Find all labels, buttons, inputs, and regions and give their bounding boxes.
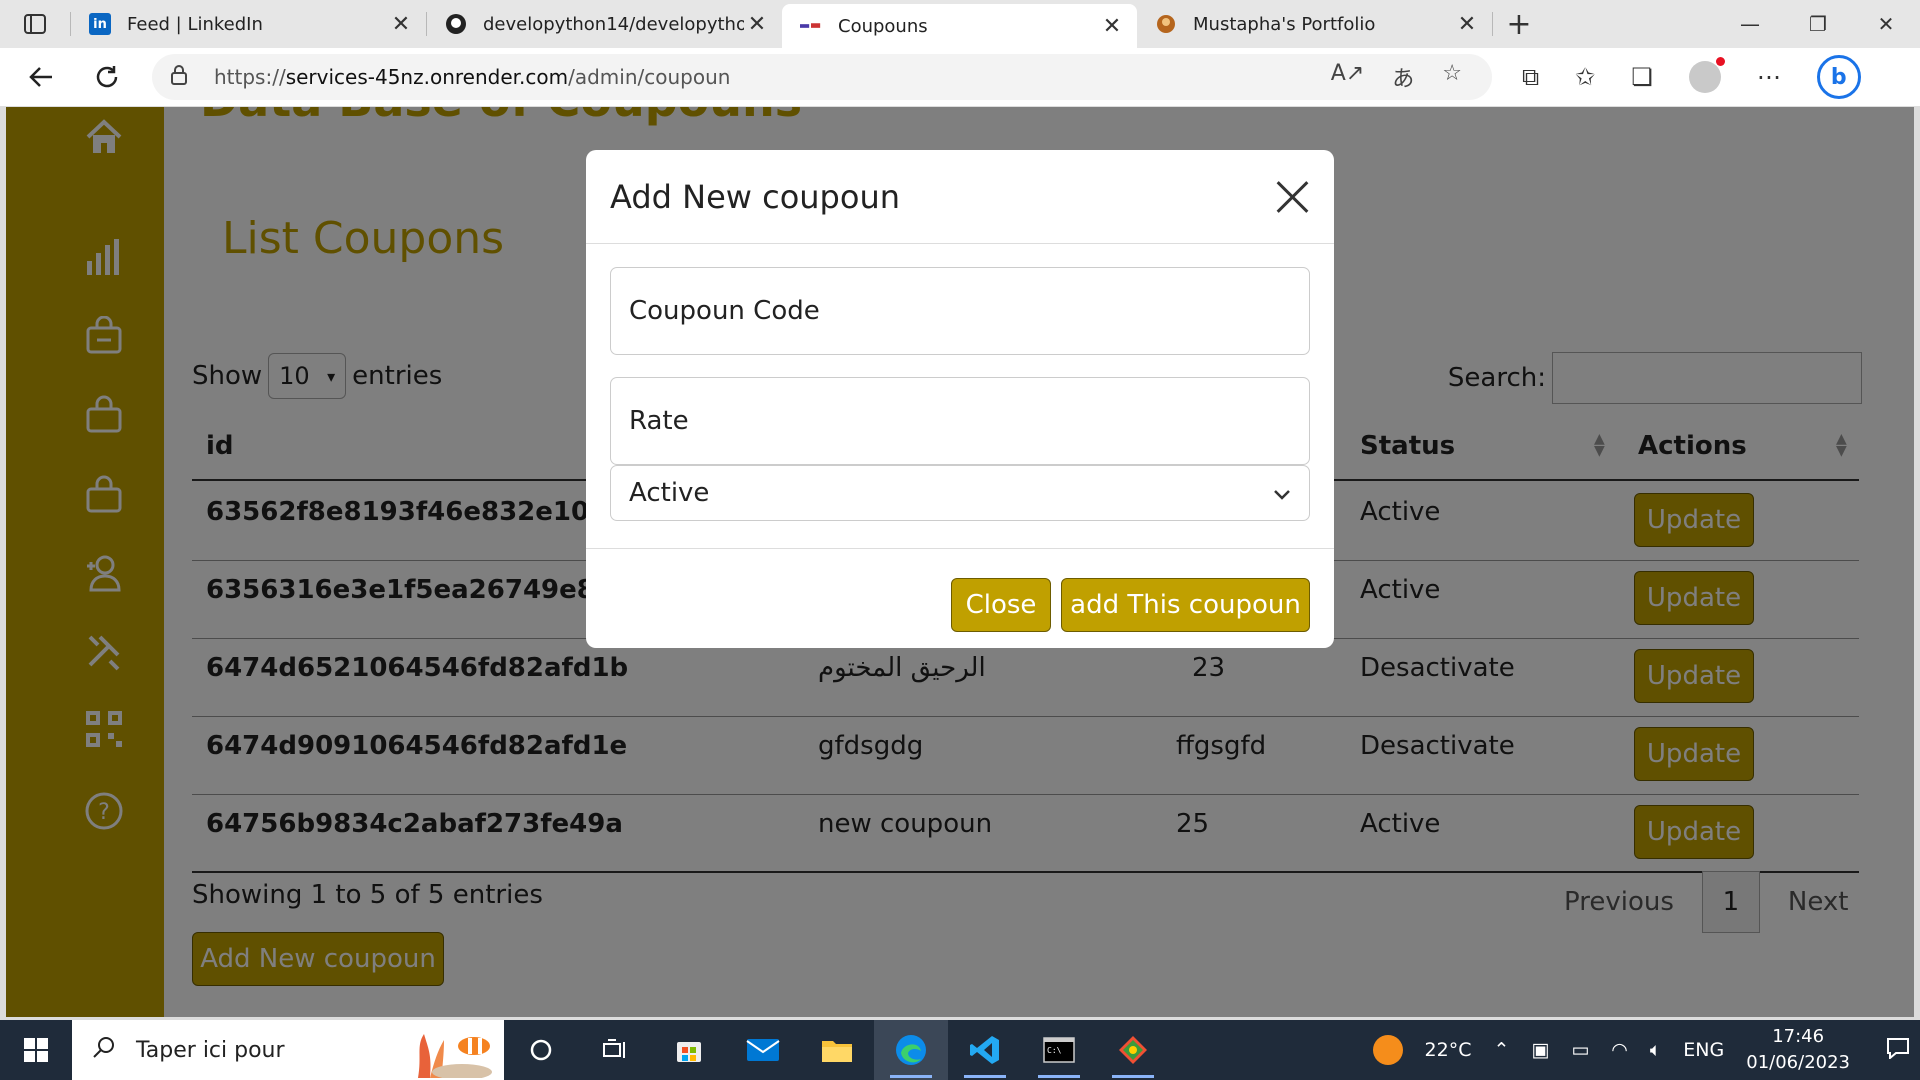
rate-input[interactable]: Rate: [610, 377, 1310, 465]
close-icon[interactable]: [1274, 179, 1310, 215]
address-bar-row: https://services-45nz.onrender.com/admin…: [0, 48, 1920, 107]
back-icon[interactable]: [8, 65, 74, 89]
vscode-icon[interactable]: [948, 1020, 1022, 1080]
search-icon: [92, 1035, 116, 1065]
date: 01/06/2023: [1746, 1052, 1850, 1073]
url-field[interactable]: https://services-45nz.onrender.com/admin…: [152, 54, 1492, 100]
microsoft-store-icon[interactable]: [652, 1020, 726, 1080]
portfolio-favicon: [1155, 13, 1177, 35]
search-highlight-art: [408, 1026, 498, 1080]
favorites-icon[interactable]: ✩: [1575, 63, 1595, 91]
restore-icon[interactable]: ❐: [1784, 0, 1852, 48]
search-placeholder: Taper ici pour: [136, 1037, 285, 1063]
collections-icon[interactable]: ❏: [1631, 63, 1653, 91]
minimize-icon[interactable]: —: [1716, 0, 1784, 48]
coupoun-code-placeholder: Coupoun Code: [629, 296, 820, 326]
more-icon[interactable]: ⋯: [1757, 63, 1781, 91]
terminal-icon[interactable]: C:\: [1022, 1020, 1096, 1080]
chevron-down-icon: [1273, 478, 1291, 508]
profile-avatar[interactable]: [1688, 57, 1725, 93]
language[interactable]: ENG: [1683, 1039, 1724, 1061]
add-coupoun-modal: Add New coupoun Coupoun Code Rate Active…: [586, 150, 1334, 648]
status-select[interactable]: Active: [610, 465, 1310, 521]
mail-icon[interactable]: [726, 1020, 800, 1080]
coupoun-code-input[interactable]: Coupoun Code: [610, 267, 1310, 355]
github-icon: [445, 13, 467, 35]
clock[interactable]: 17:46 01/06/2023: [1746, 1024, 1850, 1076]
temperature[interactable]: 22°C: [1425, 1039, 1472, 1061]
refresh-icon[interactable]: [74, 64, 140, 90]
volume-icon[interactable]: 🔈︎: [1650, 1039, 1661, 1061]
meet-now-icon[interactable]: ▣: [1531, 1039, 1549, 1061]
weather-icon[interactable]: [1372, 1035, 1403, 1065]
notifications-icon[interactable]: [1886, 1037, 1910, 1064]
tab-label: developython14/developython14: [483, 13, 744, 35]
system-tray: 22°C ⌃ ▣ ▭ ◠ 🔈︎ ENG 17:46 01/06/2023: [1372, 1024, 1920, 1076]
tab-coupouns[interactable]: Coupouns ✕: [782, 4, 1137, 48]
web-page: ? Data Base of Coupouns List Coupons Sho…: [6, 107, 1914, 1017]
tab-portfolio[interactable]: Mustapha's Portfolio ✕: [1137, 0, 1492, 48]
close-tab-icon[interactable]: ✕: [1454, 12, 1480, 37]
close-button[interactable]: Close: [951, 578, 1051, 632]
url-text: https://services-45nz.onrender.com/admin…: [214, 65, 731, 89]
extensions-icon[interactable]: ⧉: [1522, 63, 1539, 91]
modal-footer: [586, 548, 1334, 549]
task-view-icon[interactable]: [578, 1020, 652, 1080]
bing-icon[interactable]: b: [1816, 55, 1861, 99]
tab-actions-icon[interactable]: [0, 0, 70, 48]
lock-icon[interactable]: [170, 64, 198, 90]
taskbar-search[interactable]: Taper ici pour: [72, 1020, 504, 1080]
status-selected-value: Active: [629, 478, 710, 508]
modal-title: Add New coupoun: [610, 177, 900, 216]
show-hidden-icons-icon[interactable]: ⌃: [1493, 1039, 1509, 1061]
site-favicon: [800, 15, 822, 37]
edge-browser-icon[interactable]: [874, 1020, 948, 1080]
windows-start-icon[interactable]: [0, 1038, 72, 1062]
wifi-icon[interactable]: ◠: [1611, 1039, 1628, 1061]
add-coupoun-submit-button[interactable]: add This coupoun: [1061, 578, 1310, 632]
tab-label: Coupouns: [838, 15, 928, 37]
add-favorite-icon[interactable]: ☆: [1442, 61, 1462, 93]
tab-label: Feed | LinkedIn: [127, 13, 263, 35]
tab-linkedin[interactable]: in Feed | LinkedIn ✕: [71, 0, 426, 48]
close-tab-icon[interactable]: ✕: [744, 12, 770, 37]
windows-taskbar: Taper ici pour C:\ 22°C ⌃ ▣ ▭ ◠ 🔈︎ ENG 1…: [0, 1020, 1920, 1080]
new-tab-icon[interactable]: +: [1493, 0, 1545, 48]
translate-icon[interactable]: あ: [1392, 61, 1414, 93]
cortana-icon[interactable]: [504, 1020, 578, 1080]
rate-placeholder: Rate: [629, 406, 689, 436]
browser-tab-bar: in Feed | LinkedIn ✕ developython14/deve…: [0, 0, 1920, 48]
close-window-icon[interactable]: ✕: [1852, 0, 1920, 48]
battery-icon[interactable]: ▭: [1571, 1039, 1589, 1061]
time: 17:46: [1772, 1026, 1825, 1047]
svg-text:C:\: C:\: [1047, 1046, 1062, 1055]
modal-header: Add New coupoun: [586, 150, 1334, 244]
read-aloud-icon[interactable]: A↗: [1331, 61, 1364, 93]
tab-github[interactable]: developython14/developython14 ✕: [427, 0, 782, 48]
linkedin-icon: in: [89, 13, 111, 35]
file-explorer-icon[interactable]: [800, 1020, 874, 1080]
close-tab-icon[interactable]: ✕: [388, 12, 414, 37]
tab-label: Mustapha's Portfolio: [1193, 13, 1376, 35]
git-gui-icon[interactable]: [1096, 1020, 1170, 1080]
close-tab-icon[interactable]: ✕: [1099, 14, 1125, 39]
